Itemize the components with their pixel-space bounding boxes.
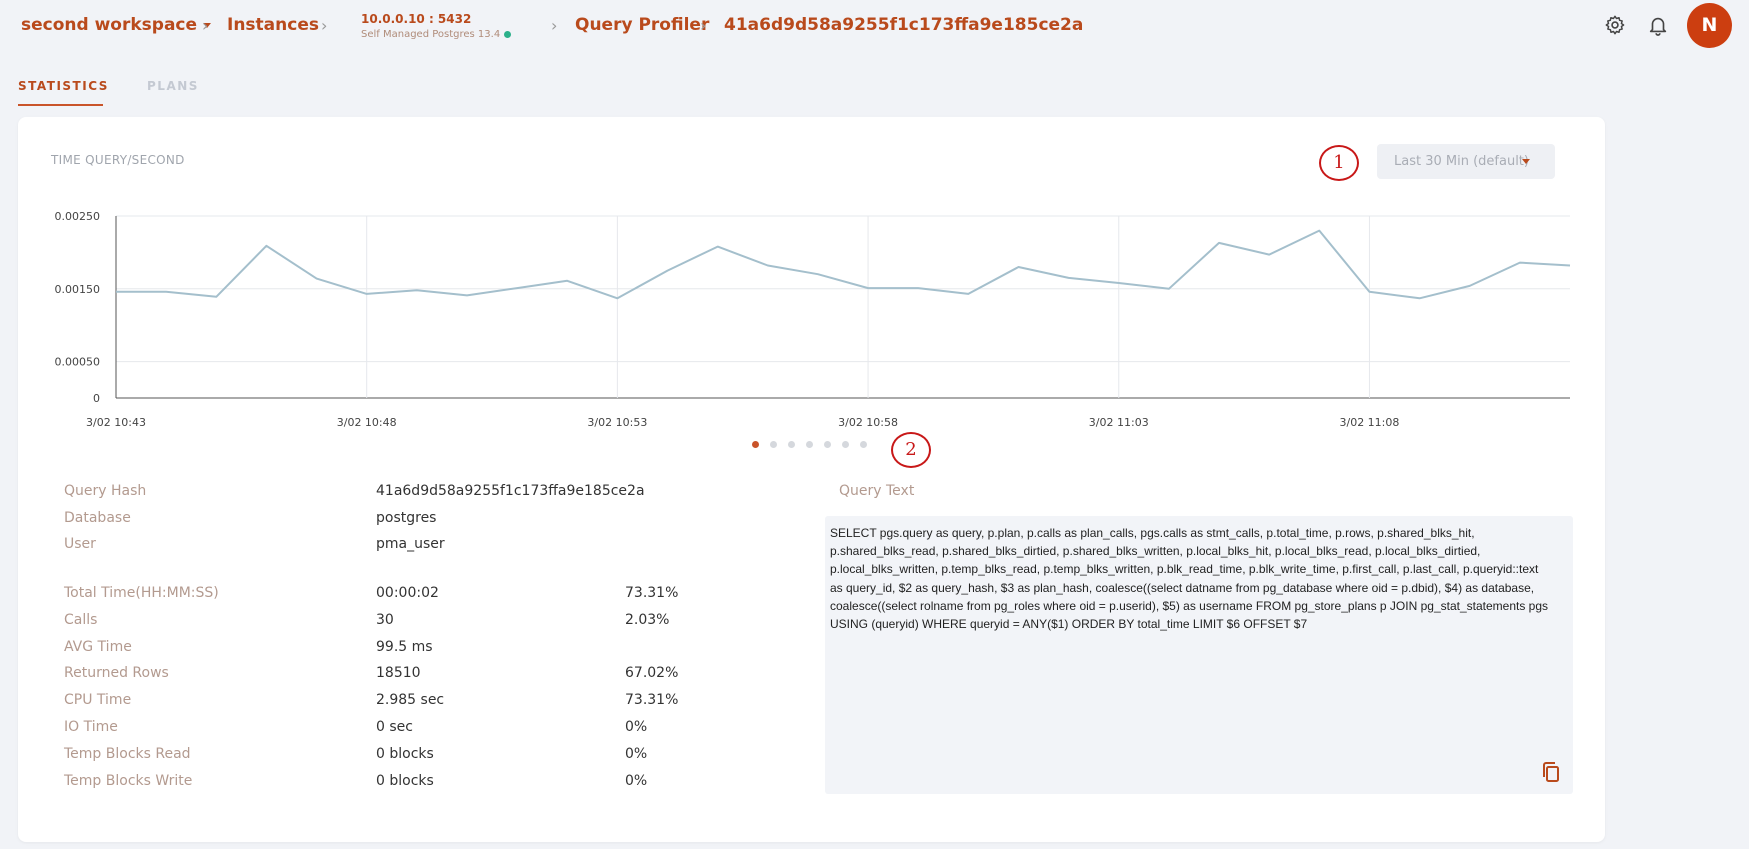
stat-percent-returned-rows: 67.02% — [625, 665, 679, 681]
x-tick-label: 3/02 10:48 — [337, 416, 397, 429]
x-tick-label: 3/02 11:03 — [1089, 416, 1149, 429]
y-tick-label: 0.00050 — [55, 356, 101, 369]
stat-value-returned-rows: 18510 — [376, 665, 421, 681]
stat-value-query-hash: 41a6d9d58a9255f1c173ffa9e185ce2a — [376, 483, 645, 499]
series-line — [116, 229, 1571, 300]
pagination-dot[interactable] — [806, 441, 813, 448]
stat-label-calls: Calls — [64, 612, 98, 628]
stat-label-query-hash: Query Hash — [64, 483, 147, 499]
stat-value-temp-blocks-read: 0 blocks — [376, 746, 434, 762]
pagination-dot[interactable] — [860, 441, 867, 448]
pagination-dot[interactable] — [752, 441, 759, 448]
stat-percent-cpu-time: 73.31% — [625, 692, 679, 708]
stat-label-total-time: Total Time(HH:MM:SS) — [64, 585, 219, 601]
query-text: SELECT pgs.query as query, p.plan, p.cal… — [830, 526, 1549, 632]
stat-percent-total-time: 73.31% — [625, 585, 679, 601]
copy-icon[interactable] — [1539, 760, 1563, 784]
stat-percent-io-time: 0% — [625, 719, 648, 735]
stat-label-io-time: IO Time — [64, 719, 118, 735]
stat-percent-calls: 2.03% — [625, 612, 670, 628]
stat-value-temp-blocks-write: 0 blocks — [376, 773, 434, 789]
stat-percent-temp-blocks-write: 0% — [625, 773, 648, 789]
stat-value-database: postgres — [376, 510, 437, 526]
stat-label-cpu-time: CPU Time — [64, 692, 132, 708]
stat-label-returned-rows: Returned Rows — [64, 665, 169, 681]
stat-value-avg-time: 99.5 ms — [376, 639, 433, 655]
x-tick-label: 3/02 11:08 — [1339, 416, 1399, 429]
stat-percent-temp-blocks-read: 0% — [625, 746, 648, 762]
stat-label-user: User — [64, 536, 96, 552]
pagination-dot[interactable] — [770, 441, 777, 448]
y-tick-label: 0.00150 — [55, 283, 101, 296]
y-tick-label: 0 — [93, 392, 100, 405]
query-text-label: Query Text — [839, 483, 915, 499]
stat-value-io-time: 0 sec — [376, 719, 413, 735]
stat-value-total-time: 00:00:02 — [376, 585, 439, 601]
annotation-marker-2: 2 — [891, 432, 931, 468]
x-tick-label: 3/02 10:43 — [86, 416, 146, 429]
y-tick-label: 0.00250 — [55, 210, 101, 223]
stat-label-temp-blocks-write: Temp Blocks Write — [64, 773, 193, 789]
time-per-query-chart: 0 0.00050 0.00150 0.00250 3/02 10:43 3/02 10:… — [55, 210, 1571, 429]
pagination-dot[interactable] — [788, 441, 795, 448]
stat-label-temp-blocks-read: Temp Blocks Read — [64, 746, 191, 762]
pagination-dot[interactable] — [842, 441, 849, 448]
stat-value-user: pma_user — [376, 536, 445, 552]
x-tick-label: 3/02 10:53 — [587, 416, 647, 429]
stat-value-cpu-time: 2.985 sec — [376, 692, 445, 708]
stat-label-database: Database — [64, 510, 131, 526]
x-tick-label: 3/02 10:58 — [838, 416, 898, 429]
pagination-dot[interactable] — [824, 441, 831, 448]
stat-value-calls: 30 — [376, 612, 394, 628]
stat-label-avg-time: AVG Time — [64, 639, 132, 655]
